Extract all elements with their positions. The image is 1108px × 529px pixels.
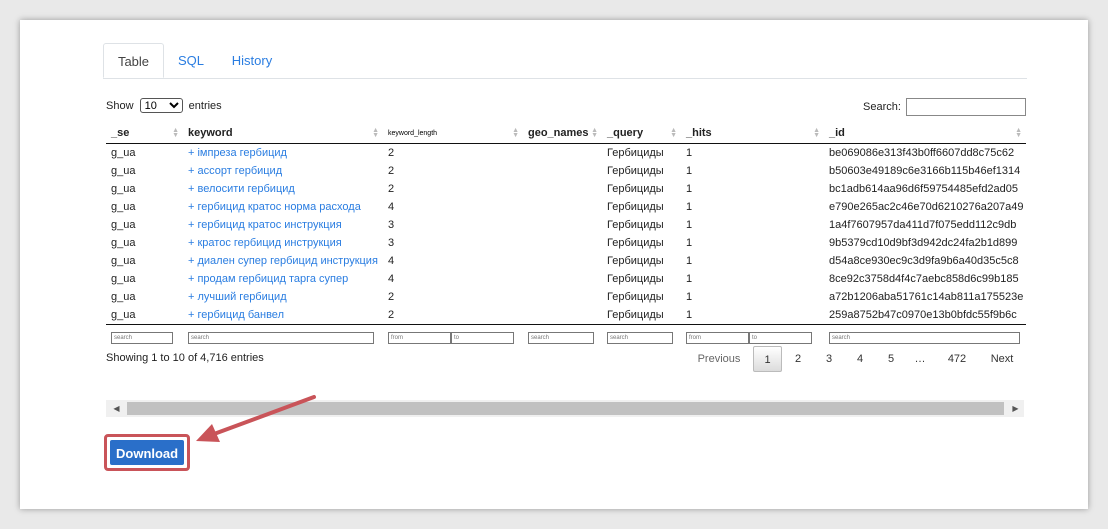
callout-arrow-icon xyxy=(196,395,316,442)
